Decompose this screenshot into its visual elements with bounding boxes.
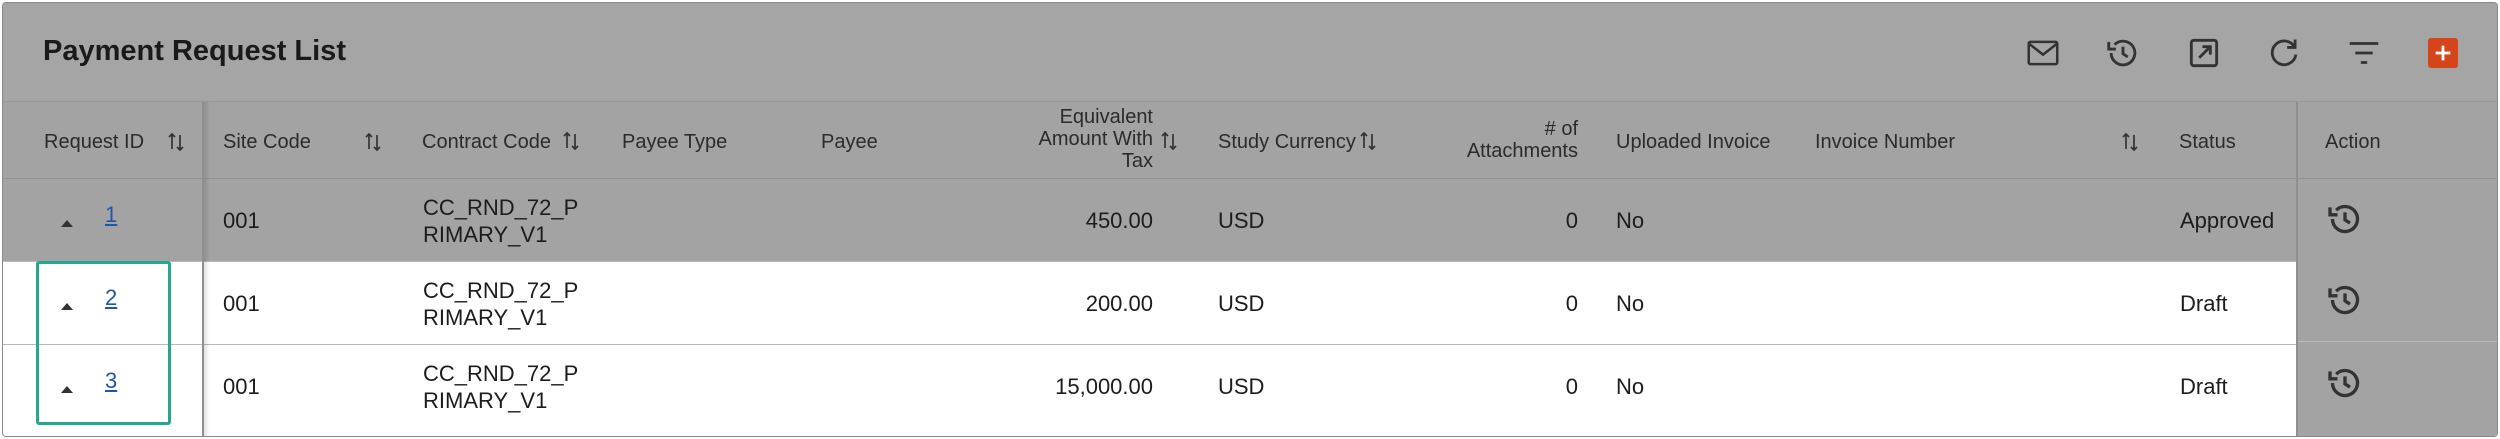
add-button[interactable] — [2428, 38, 2458, 68]
equivalent-amount: 15,000.00 — [1055, 374, 1153, 399]
col-header-line: Attachments — [1466, 140, 1578, 162]
sort-icon[interactable] — [1358, 130, 1378, 152]
sort-icon[interactable] — [166, 131, 186, 153]
site-code: 001 — [223, 374, 260, 399]
study-currency: USD — [1218, 291, 1265, 316]
mail-icon[interactable] — [2023, 33, 2063, 73]
sort-icon[interactable] — [2120, 131, 2140, 153]
col-header-attachments[interactable]: # of Attachments — [1423, 118, 1578, 162]
filter-icon[interactable] — [2344, 33, 2384, 73]
contract-code: CC_RND_72_P RIMARY_V1 — [423, 194, 578, 248]
contract-code-line: CC_RND_72_P — [423, 361, 579, 386]
col-header-contract-code[interactable]: Contract Code — [422, 131, 551, 153]
site-code: 001 — [223, 291, 260, 316]
sort-icon[interactable] — [363, 131, 383, 153]
status-text: Approved — [2180, 208, 2275, 233]
table-header: Request ID Site Code Contract Code Payee… — [3, 102, 2497, 179]
history-icon[interactable] — [2325, 199, 2365, 239]
add-icon — [2435, 45, 2451, 61]
status-text: Draft — [2180, 291, 2228, 316]
column-shadow — [204, 102, 210, 436]
contract-code: CC_RND_72_P RIMARY_V1 — [423, 277, 578, 331]
col-header-site-code[interactable]: Site Code — [223, 131, 311, 153]
table-row[interactable]: 2 001 CC_RND_72_P RIMARY_V1 200.00 USD 0… — [3, 262, 2497, 345]
attachments-count: 0 — [1565, 291, 1578, 316]
title-bar: Payment Request List — [3, 3, 2497, 102]
request-id-link[interactable]: 1 — [105, 201, 117, 228]
study-currency: USD — [1218, 374, 1265, 399]
history-icon[interactable] — [2325, 280, 2365, 320]
open-external-icon[interactable] — [2184, 33, 2224, 73]
highlight-box — [36, 261, 171, 425]
contract-code-line: RIMARY_V1 — [423, 388, 548, 413]
uploaded-invoice: No — [1616, 291, 1645, 316]
column-divider — [2296, 102, 2298, 436]
col-header-line: Amount With — [1038, 128, 1153, 150]
col-header-line: Tax — [1121, 150, 1153, 172]
row-divider — [2297, 341, 2497, 342]
equivalent-amount: 200.00 — [1085, 291, 1153, 316]
contract-code-line: CC_RND_72_P — [423, 195, 579, 220]
col-header-line: # of — [1544, 118, 1578, 140]
contract-code-line: RIMARY_V1 — [423, 305, 548, 330]
col-header-invoice-number[interactable]: Invoice Number — [1815, 131, 1955, 153]
page-title: Payment Request List — [43, 35, 346, 67]
col-header-action: Action — [2325, 131, 2381, 153]
history-icon[interactable] — [2325, 363, 2365, 403]
table-row[interactable]: 3 001 CC_RND_72_P RIMARY_V1 15,000.00 US… — [3, 345, 2497, 436]
site-code: 001 — [223, 208, 260, 233]
uploaded-invoice: No — [1616, 208, 1645, 233]
collapse-caret-icon[interactable] — [59, 215, 75, 227]
col-header-request-id[interactable]: Request ID — [44, 131, 144, 153]
history-icon[interactable] — [2103, 33, 2143, 73]
col-header-status[interactable]: Status — [2179, 131, 2236, 153]
contract-code: CC_RND_72_P RIMARY_V1 — [423, 360, 578, 414]
uploaded-invoice: No — [1616, 374, 1645, 399]
table-row[interactable]: 1 001 CC_RND_72_P RIMARY_V1 450.00 USD 0… — [3, 179, 2497, 262]
equivalent-amount: 450.00 — [1085, 208, 1153, 233]
status-text: Draft — [2180, 374, 2228, 399]
sort-icon[interactable] — [561, 130, 581, 152]
col-header-payee[interactable]: Payee — [821, 131, 878, 153]
col-header-line: Equivalent — [1059, 106, 1153, 128]
study-currency: USD — [1218, 208, 1265, 233]
col-header-payee-type[interactable]: Payee Type — [622, 131, 727, 153]
payment-request-panel: Payment Request List Request ID Site Cod… — [2, 2, 2498, 437]
attachments-count: 0 — [1565, 374, 1578, 399]
contract-code-line: CC_RND_72_P — [423, 278, 579, 303]
attachments-count: 0 — [1565, 208, 1578, 233]
col-header-study-currency[interactable]: Study Currency — [1218, 131, 1356, 153]
action-column — [2297, 259, 2497, 436]
col-header-equivalent-amount[interactable]: Equivalent Amount With Tax — [1003, 106, 1153, 172]
contract-code-line: RIMARY_V1 — [423, 222, 548, 247]
col-header-uploaded-invoice[interactable]: Uploaded Invoice — [1616, 131, 1771, 153]
refresh-icon[interactable] — [2264, 33, 2304, 73]
sort-icon[interactable] — [1159, 130, 1179, 152]
